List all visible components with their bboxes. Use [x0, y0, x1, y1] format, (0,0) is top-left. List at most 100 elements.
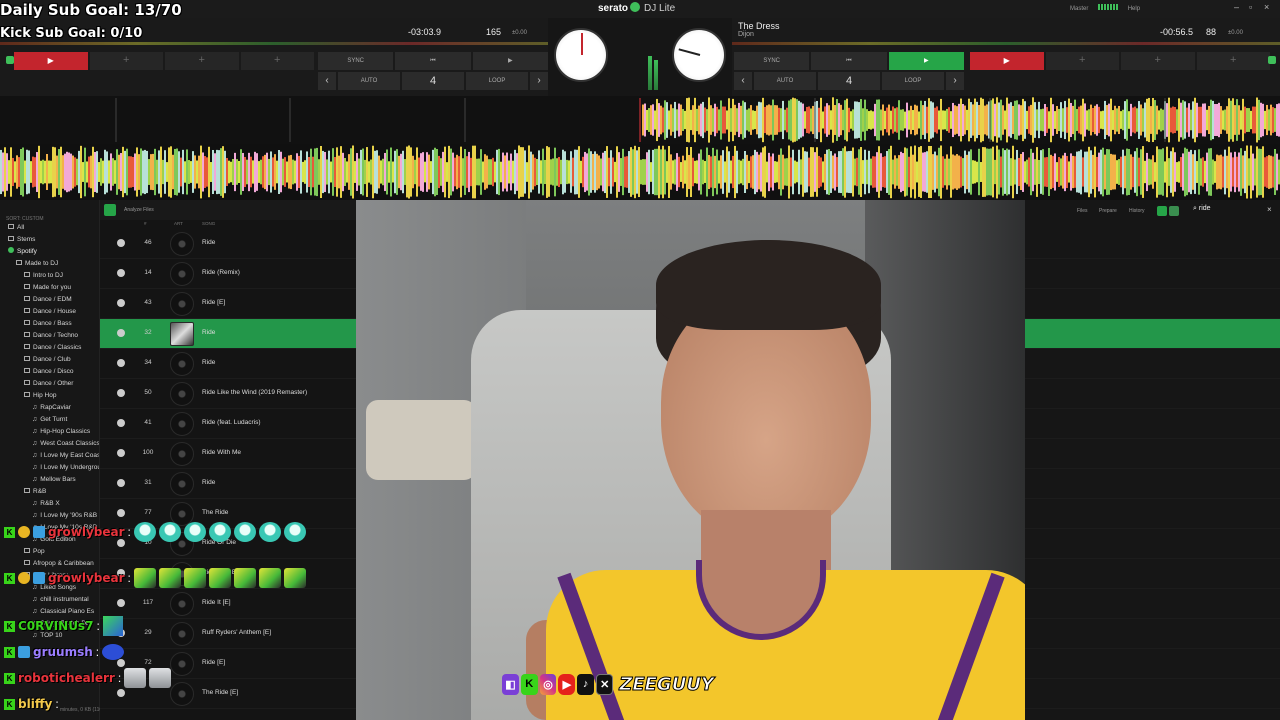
deck-right-loop[interactable]: LOOP — [882, 72, 944, 90]
browser-row[interactable] — [1025, 379, 1280, 409]
sidebar-item[interactable]: All — [0, 222, 99, 234]
waveform-zoomed[interactable] — [0, 96, 1280, 144]
sidebar-item[interactable]: Stems — [0, 234, 99, 246]
track-row[interactable]: 32 Ride — [100, 319, 356, 349]
deck-right-artist: Dijon — [738, 31, 754, 38]
deck-left-overview[interactable] — [0, 42, 548, 45]
deck-left-platter[interactable] — [554, 28, 608, 82]
deck-left-loop[interactable]: LOOP — [466, 72, 528, 90]
browser-row[interactable] — [1025, 229, 1280, 259]
browser-row[interactable] — [1025, 319, 1280, 349]
track-row[interactable]: 46 Ride — [100, 229, 356, 259]
sidebar-item[interactable]: ♫ RapCaviar — [0, 402, 99, 414]
browser-row[interactable] — [1025, 559, 1280, 589]
spotify-toggle[interactable] — [1157, 206, 1167, 216]
track-row[interactable]: 31 Ride — [100, 469, 356, 499]
deck-left-play-button[interactable]: ▶ — [472, 52, 548, 70]
deck-left-prev-button[interactable]: ⏮ — [395, 52, 471, 70]
track-row[interactable]: 100 Ride With Me — [100, 439, 356, 469]
tab-files[interactable]: Files — [1077, 208, 1088, 214]
track-row[interactable]: 14 Ride (Remix) — [100, 259, 356, 289]
waveform-bar — [874, 156, 876, 188]
deck-right-overview[interactable] — [732, 42, 1280, 45]
waveform-bar — [788, 145, 790, 199]
sidebar-item[interactable]: Hip Hop — [0, 390, 99, 402]
sidebar-sort-label[interactable]: SORT: CUSTOM — [0, 200, 99, 222]
sidebar-item[interactable]: Dance / EDM — [0, 294, 99, 306]
sidebar-item[interactable]: ♫ Hip-Hop Classics — [0, 426, 99, 438]
cue-pad-3[interactable]: + — [1121, 52, 1195, 70]
clear-search-icon[interactable]: × — [1267, 205, 1272, 214]
track-row[interactable]: 50 Ride Like the Wind (2019 Remaster) — [100, 379, 356, 409]
browser-row[interactable] — [1025, 619, 1280, 649]
sidebar-item[interactable]: Dance / Bass — [0, 318, 99, 330]
sidebar-item[interactable]: Dance / Classics — [0, 342, 99, 354]
sidebar-item[interactable]: Made to DJ — [0, 258, 99, 270]
help-menu[interactable]: Help — [1128, 6, 1140, 12]
deck-right-prev-button[interactable]: ⏮ — [811, 52, 887, 70]
cue-pad-4[interactable]: + — [1196, 52, 1270, 70]
browser-row[interactable] — [1025, 349, 1280, 379]
cue-pad-2[interactable]: + — [1045, 52, 1119, 70]
loop-halve-button[interactable]: ‹ — [318, 72, 336, 90]
cue-pad-1[interactable]: ▶ — [970, 52, 1044, 70]
col-art[interactable]: ART — [174, 221, 183, 226]
search-field[interactable]: ⌕ ride — [1193, 205, 1211, 213]
tab-prepare[interactable]: Prepare — [1099, 208, 1117, 214]
sidebar-item[interactable]: Dance / Other — [0, 378, 99, 390]
maximize-button[interactable]: ▫ — [1249, 2, 1252, 12]
browser-row[interactable] — [1025, 679, 1280, 709]
deck-right-platter[interactable] — [672, 28, 726, 82]
browser-row[interactable] — [1025, 499, 1280, 529]
browser-row[interactable] — [1025, 259, 1280, 289]
analyze-files-button[interactable]: Analyze Files — [124, 207, 154, 213]
sidebar-item[interactable]: Dance / Techno — [0, 330, 99, 342]
sidebar-item[interactable]: Dance / House — [0, 306, 99, 318]
browser-row[interactable] — [1025, 589, 1280, 619]
deck-right-play-button[interactable]: ▶ — [888, 52, 964, 70]
col-song[interactable]: SONG — [202, 221, 215, 226]
waveform-overview[interactable] — [0, 144, 1280, 200]
browser-row[interactable] — [1025, 439, 1280, 469]
close-button[interactable]: × — [1264, 2, 1269, 12]
deck-right-sync-button[interactable]: SYNC — [734, 52, 810, 70]
waveform-bar — [806, 151, 808, 193]
sidebar-item[interactable]: Made for you — [0, 282, 99, 294]
track-row[interactable]: 41 Ride (feat. Ludacris) — [100, 409, 356, 439]
sidebar-item[interactable]: ♫ West Coast Classics — [0, 438, 99, 450]
all-toggle[interactable] — [1169, 206, 1179, 216]
cue-pad-2[interactable]: + — [89, 52, 163, 70]
sidebar-item[interactable]: Spotify — [0, 246, 99, 258]
deck-left-sync-button[interactable]: SYNC — [318, 52, 394, 70]
sidebar-item[interactable]: ♫ I Love My East Coast — [0, 450, 99, 462]
loop-halve-button[interactable]: ‹ — [734, 72, 752, 90]
waveform-bar — [844, 100, 846, 140]
browser-row[interactable] — [1025, 529, 1280, 559]
waveform-bar — [614, 161, 616, 183]
track-row[interactable]: 34 Ride — [100, 349, 356, 379]
sidebar-item[interactable]: ♫ Get Turnt — [0, 414, 99, 426]
cue-pad-1[interactable]: ▶ — [14, 52, 88, 70]
tab-history[interactable]: History — [1129, 208, 1145, 214]
deck-right-auto-loop[interactable]: AUTO — [754, 72, 816, 90]
sidebar-item[interactable]: Intro to DJ — [0, 270, 99, 282]
browser-row[interactable] — [1025, 469, 1280, 499]
browser-row[interactable] — [1025, 409, 1280, 439]
browser-row[interactable] — [1025, 649, 1280, 679]
loop-double-button[interactable]: › — [946, 72, 964, 90]
deck-left-auto-loop[interactable]: AUTO — [338, 72, 400, 90]
view-toggle-button[interactable] — [104, 204, 116, 216]
sidebar-item[interactable]: Dance / Disco — [0, 366, 99, 378]
sidebar-item[interactable]: Dance / Club — [0, 354, 99, 366]
browser-row[interactable] — [1025, 289, 1280, 319]
col-bpm[interactable]: # — [144, 221, 147, 226]
track-row[interactable]: 43 Ride [E] — [100, 289, 356, 319]
cue-pad-3[interactable]: + — [165, 52, 239, 70]
sidebar-item[interactable]: ♫I Love My Underground — [0, 462, 99, 474]
loop-double-button[interactable]: › — [530, 72, 548, 90]
search-input[interactable]: ride — [1199, 205, 1211, 212]
sidebar-item[interactable]: ♫ Mellow Bars — [0, 474, 99, 486]
cue-pad-4[interactable]: + — [240, 52, 314, 70]
minimize-button[interactable]: – — [1234, 2, 1239, 12]
sidebar-item[interactable]: R&B — [0, 486, 99, 498]
